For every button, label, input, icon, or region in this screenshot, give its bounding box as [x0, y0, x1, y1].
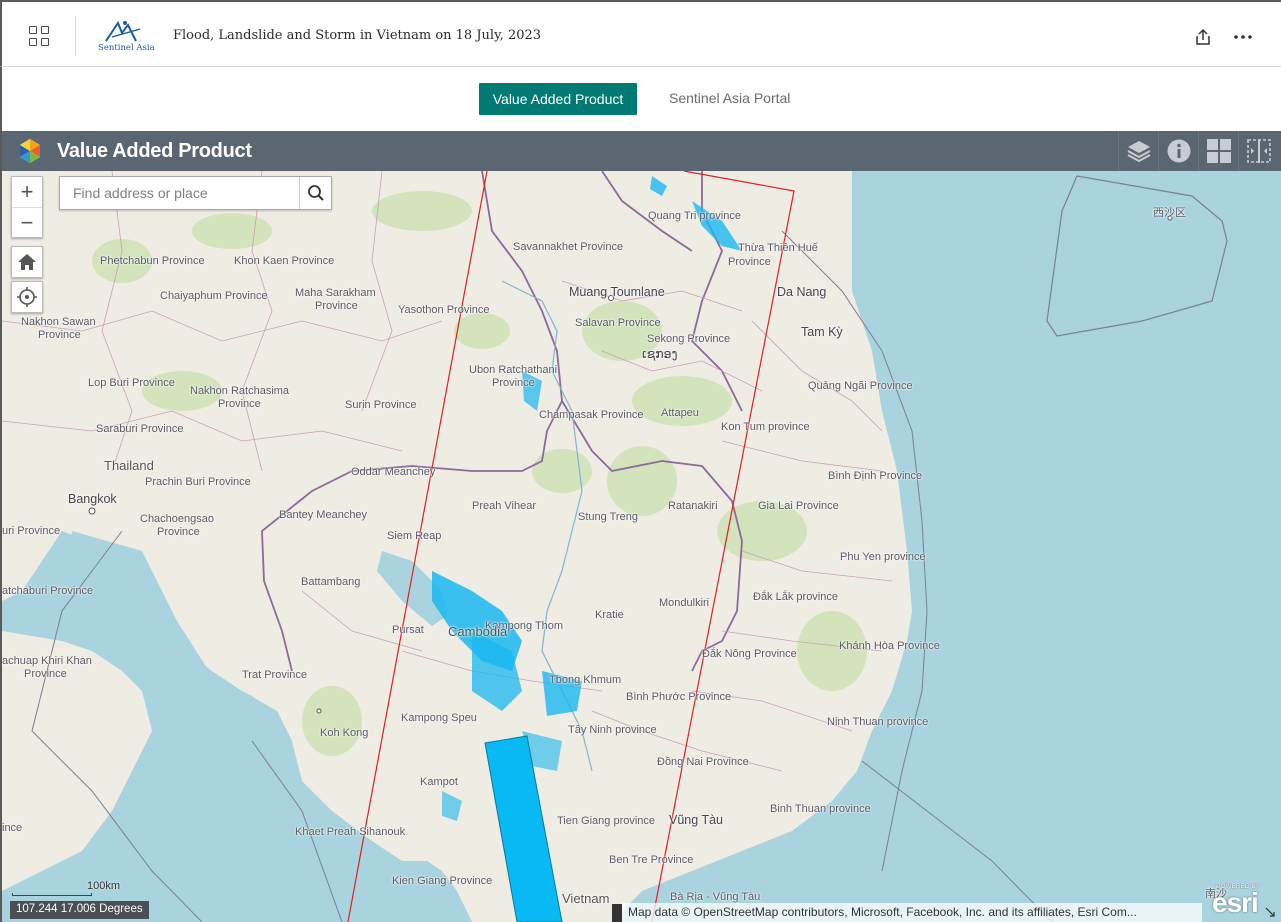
basemap-canvas — [2, 171, 1228, 922]
home-icon — [18, 254, 36, 270]
more-icon[interactable] — [1232, 27, 1254, 47]
scale-label: 100km — [87, 880, 121, 892]
info-icon[interactable] — [1158, 131, 1198, 171]
app-header: Sentinel Asia Flood, Landslide and Storm… — [0, 0, 1281, 67]
search-icon — [307, 185, 324, 201]
coordinate-readout: 107.244 17.006 Degrees — [10, 901, 149, 919]
map-view[interactable]: Quang Tri province Thừa Thiên Huế Provin… — [0, 171, 1281, 922]
map-header: Value Added Product — [0, 131, 1281, 171]
search-widget — [59, 176, 332, 210]
logo-text: Sentinel Asia — [98, 43, 155, 53]
header-divider — [75, 17, 76, 55]
tab-bar: Value Added Product Sentinel Asia Portal — [0, 67, 1281, 131]
map-attribution[interactable]: Map data © OpenStreetMap contributors, M… — [622, 903, 1202, 922]
zoom-control: + − — [11, 176, 43, 238]
swipe-icon[interactable] — [1238, 131, 1278, 171]
apps-grid-icon[interactable] — [29, 26, 51, 48]
locate-button[interactable] — [11, 281, 43, 313]
layers-icon[interactable] — [1118, 131, 1158, 171]
search-button[interactable] — [299, 177, 331, 209]
app-title: Flood, Landslide and Storm in Vietnam on… — [173, 28, 542, 43]
home-button[interactable] — [11, 246, 43, 278]
app-logo-icon — [16, 137, 44, 165]
sentinel-asia-logo: Sentinel Asia — [96, 19, 155, 55]
share-icon[interactable] — [1194, 27, 1212, 47]
resize-icon[interactable] — [1264, 906, 1276, 918]
tab-value-added-product[interactable]: Value Added Product — [479, 83, 637, 115]
map-title: Value Added Product — [57, 140, 252, 162]
basemap-gallery-icon[interactable] — [1198, 131, 1238, 171]
tab-sentinel-asia-portal[interactable]: Sentinel Asia Portal — [669, 90, 790, 106]
esri-wordmark: esri — [1212, 887, 1259, 918]
zoom-in-button[interactable]: + — [12, 177, 42, 207]
zoom-out-button[interactable]: − — [12, 207, 42, 237]
attribution-toggle[interactable] — [612, 904, 622, 922]
scale-line — [12, 893, 92, 896]
paracel-boundary — [1046, 175, 1228, 337]
search-input[interactable] — [60, 177, 299, 209]
locate-icon — [17, 287, 37, 307]
